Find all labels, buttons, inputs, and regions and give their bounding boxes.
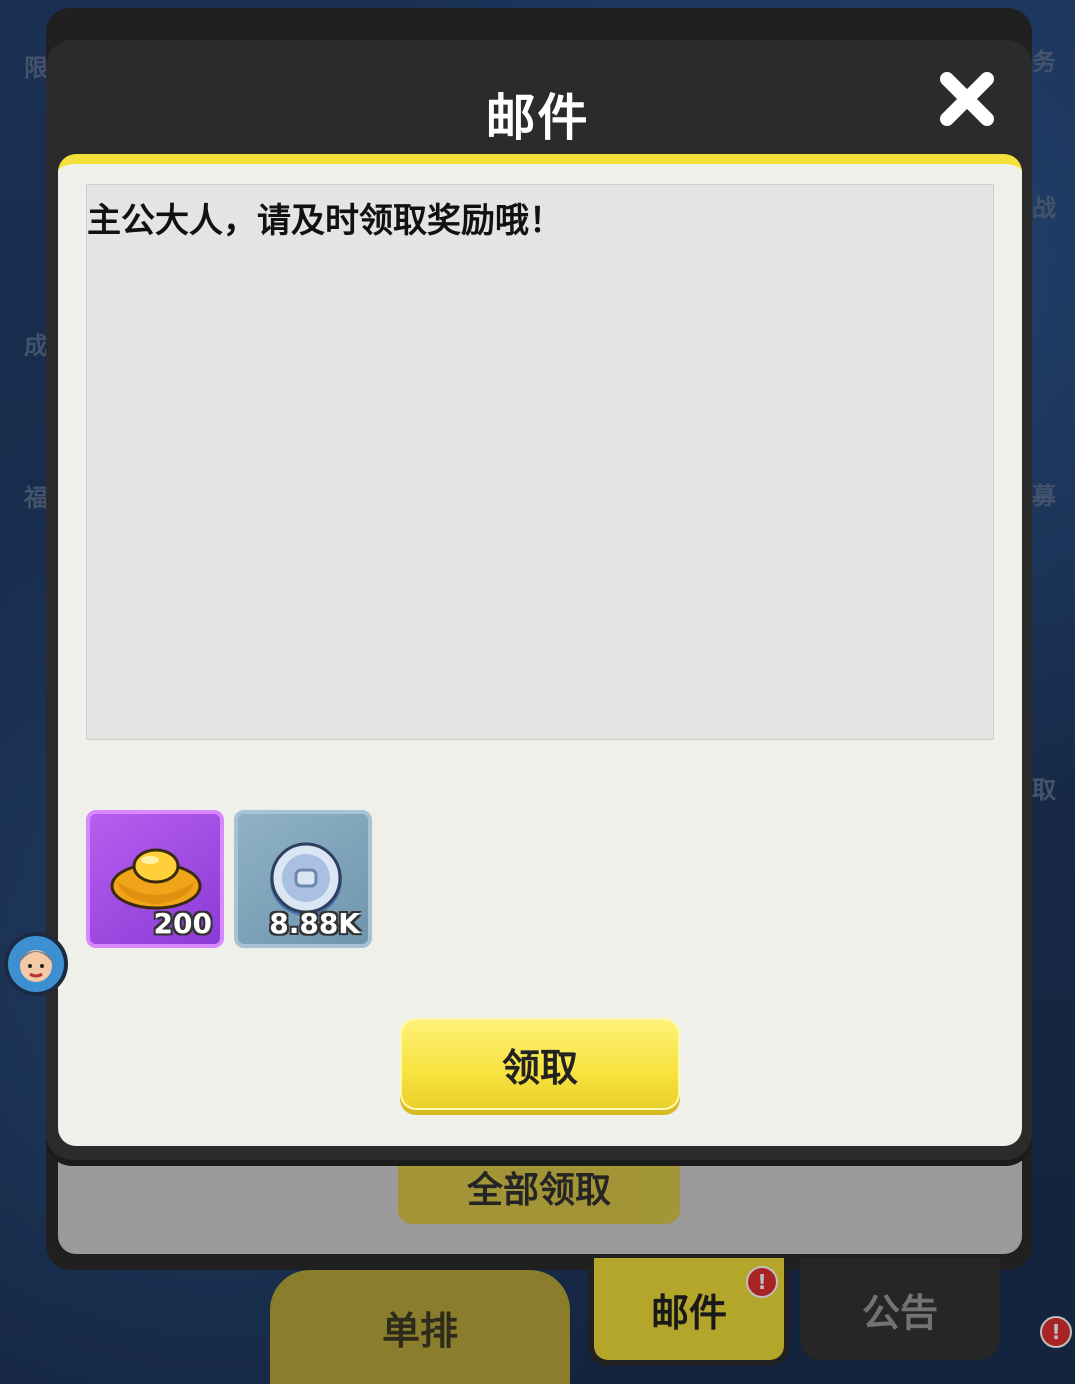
reward-item-gold[interactable]: 200 — [86, 810, 224, 948]
reward-quantity: 8.88K — [269, 907, 360, 940]
claim-button-label: 领取 — [501, 1045, 578, 1090]
claim-button[interactable]: 领取 — [400, 1018, 680, 1110]
character-avatar-icon — [20, 950, 52, 982]
close-button[interactable] — [922, 54, 1012, 144]
reward-quantity: 200 — [153, 907, 212, 940]
modal-title: 邮件 — [485, 89, 590, 147]
player-avatar[interactable] — [4, 932, 68, 996]
reward-item-silver[interactable]: 8.88K — [234, 810, 372, 948]
gold-ingot-icon — [110, 848, 202, 910]
mail-message-text: 主公大人，请及时领取奖励哦！ — [87, 201, 563, 241]
close-icon — [940, 72, 994, 126]
mail-message-box: 主公大人，请及时领取奖励哦！ — [86, 184, 994, 740]
